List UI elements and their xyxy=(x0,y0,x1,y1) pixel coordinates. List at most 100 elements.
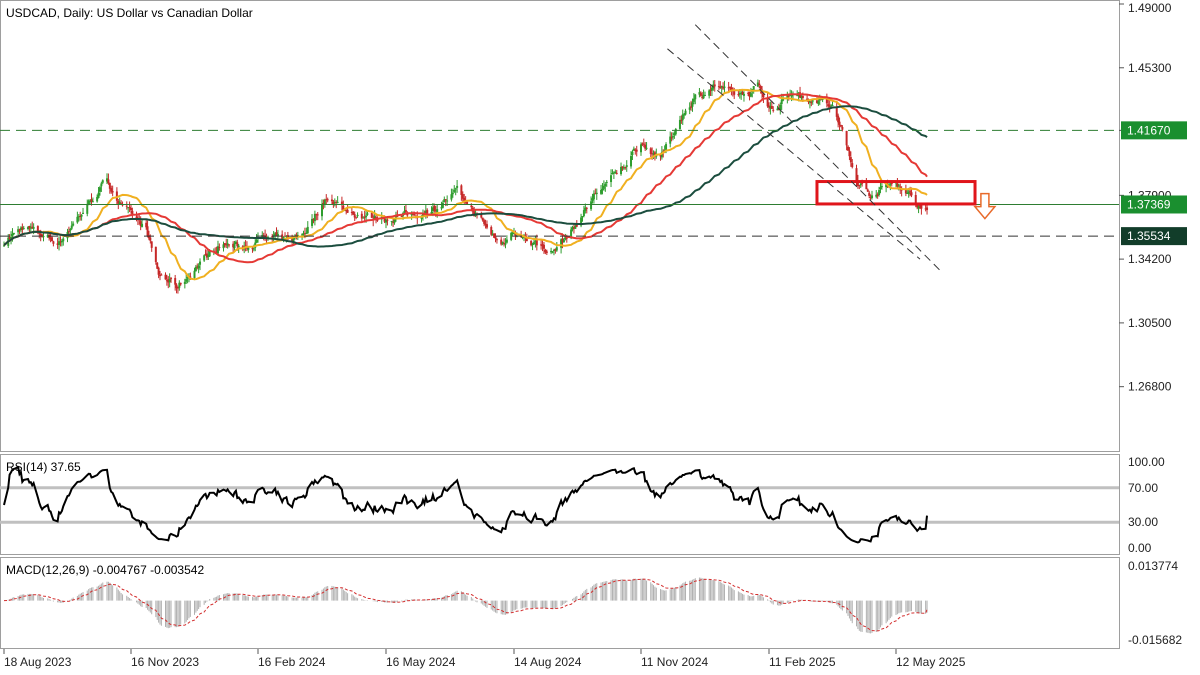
candle-body xyxy=(470,205,473,208)
candle-body xyxy=(749,93,752,97)
rsi-tick-label: 100.00 xyxy=(1128,455,1165,469)
candle-body xyxy=(624,166,627,168)
candle-body xyxy=(621,166,624,168)
candle-body xyxy=(645,147,648,149)
time-tick-label: 12 May 2025 xyxy=(896,655,966,669)
candle-body xyxy=(699,93,702,96)
candle-body xyxy=(393,219,396,223)
macd-tick-label: 0.013774 xyxy=(1128,559,1178,573)
price-level-tag-label: 1.41670 xyxy=(1127,123,1171,137)
candle-body xyxy=(197,265,200,269)
candle-body xyxy=(141,223,144,227)
candle-body xyxy=(665,144,668,151)
candle-body xyxy=(490,227,493,235)
candle-body xyxy=(456,185,459,188)
candle-body xyxy=(199,261,202,265)
candle-body xyxy=(907,191,910,195)
candle-body xyxy=(330,199,333,202)
candle-body xyxy=(865,182,868,190)
candle-body xyxy=(237,245,240,248)
candle-body xyxy=(878,190,881,195)
candle-body xyxy=(758,83,761,86)
candle-body xyxy=(674,128,677,135)
candle-body xyxy=(880,186,883,188)
candle-body xyxy=(810,102,813,104)
candle-body xyxy=(535,240,538,246)
candle-body xyxy=(631,151,634,155)
candle-body xyxy=(811,100,814,102)
candle-body xyxy=(582,210,585,216)
candle-body xyxy=(444,199,447,201)
candle-body xyxy=(390,221,393,223)
rsi-tick-label: 30.00 xyxy=(1128,515,1158,529)
candle-body xyxy=(160,274,163,276)
candle-body xyxy=(859,183,862,185)
macd-title: MACD(12,26,9) -0.004767 -0.003542 xyxy=(6,563,204,577)
candle-body xyxy=(365,215,368,218)
candle-body xyxy=(635,149,638,152)
candle-body xyxy=(505,239,508,243)
candle-body xyxy=(436,209,439,213)
candle-body xyxy=(91,201,94,203)
candle-body xyxy=(642,143,645,145)
candle-body xyxy=(817,101,820,104)
candle-body xyxy=(400,216,403,218)
candle-body xyxy=(871,195,874,199)
candle-body xyxy=(615,172,618,174)
candle-body xyxy=(604,184,607,186)
candle-body xyxy=(36,226,39,232)
candle-body xyxy=(370,212,373,218)
candle-body xyxy=(723,86,726,88)
candle-body xyxy=(426,209,429,214)
candle-body xyxy=(193,270,196,279)
price-tick-label: 1.30500 xyxy=(1128,316,1172,330)
candle-body xyxy=(255,239,258,243)
candle-body xyxy=(890,183,893,185)
candle-body xyxy=(316,214,319,216)
candle-body xyxy=(433,206,436,211)
candle-body xyxy=(601,188,604,191)
candle-body xyxy=(504,243,507,245)
candle-body xyxy=(866,189,869,192)
candle-body xyxy=(70,225,73,229)
candle-body xyxy=(203,255,206,261)
candle-body xyxy=(742,93,745,96)
macd-tick-label: -0.015682 xyxy=(1128,633,1182,647)
candle-body xyxy=(770,105,773,109)
candle-body xyxy=(62,238,65,242)
candle-body xyxy=(494,236,497,239)
candle-body xyxy=(600,189,603,194)
candle-body xyxy=(80,214,83,217)
candle-body xyxy=(111,191,114,193)
candle-body xyxy=(555,247,558,251)
candle-body xyxy=(451,192,454,195)
candle-body xyxy=(164,274,167,280)
candle-body xyxy=(11,233,14,237)
candle-body xyxy=(185,279,188,282)
candle-body xyxy=(801,95,804,98)
candle-body xyxy=(149,237,152,241)
candle-body xyxy=(454,188,457,190)
candle-body xyxy=(233,243,236,249)
candle-body xyxy=(531,244,534,246)
price-tick-label: 1.45300 xyxy=(1128,61,1172,75)
candle-body xyxy=(306,226,309,234)
candle-body xyxy=(691,102,694,107)
candle-body xyxy=(595,192,598,195)
candle-body xyxy=(321,204,323,217)
candle-body xyxy=(82,212,85,214)
candle-body xyxy=(495,239,498,241)
candle-body xyxy=(610,175,613,183)
candle-body xyxy=(831,105,834,107)
candle-body xyxy=(128,206,131,208)
candle-body xyxy=(545,251,548,253)
candle-body xyxy=(483,220,486,224)
candle-body xyxy=(848,150,851,157)
candle-body xyxy=(640,144,642,153)
candle-body xyxy=(326,199,329,201)
time-tick-label: 11 Feb 2025 xyxy=(769,655,836,669)
candle-body xyxy=(228,244,231,246)
time-tick-label: 16 Nov 2023 xyxy=(131,655,199,669)
candle-body xyxy=(542,244,545,249)
candle-body xyxy=(772,109,775,111)
